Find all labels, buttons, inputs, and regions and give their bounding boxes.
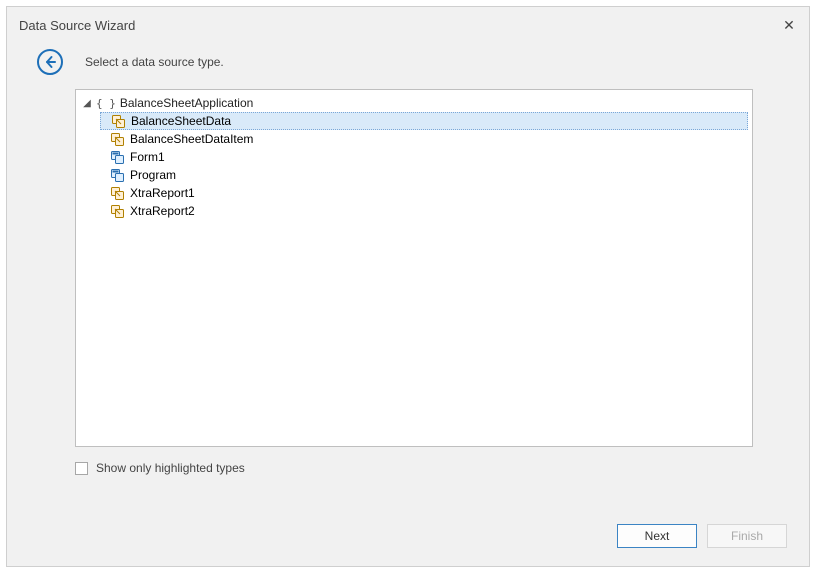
class-icon xyxy=(111,114,125,128)
window-title: Data Source Wizard xyxy=(19,18,135,33)
close-button[interactable]: ✕ xyxy=(777,13,801,37)
instruction-text: Select a data source type. xyxy=(85,55,224,69)
tree-item[interactable]: Program xyxy=(100,166,748,184)
class-icon xyxy=(110,186,124,200)
show-highlighted-row[interactable]: Show only highlighted types xyxy=(75,461,809,475)
tree-item-label: XtraReport2 xyxy=(130,204,195,218)
show-highlighted-label: Show only highlighted types xyxy=(96,461,245,475)
back-button[interactable] xyxy=(37,49,63,75)
tree-item-label: Program xyxy=(130,168,176,182)
arrow-left-icon xyxy=(43,55,57,69)
tree-root-label: BalanceSheetApplication xyxy=(120,96,253,110)
form-icon xyxy=(110,150,124,164)
tree-root-node[interactable]: ◢ { } BalanceSheetApplication xyxy=(76,94,752,112)
class-icon xyxy=(110,204,124,218)
tree-item-label: XtraReport1 xyxy=(130,186,195,200)
next-button[interactable]: Next xyxy=(617,524,697,548)
finish-button-label: Finish xyxy=(731,529,763,543)
tree-item-label: BalanceSheetDataItem xyxy=(130,132,253,146)
tree-item[interactable]: BalanceSheetDataItem xyxy=(100,130,748,148)
show-highlighted-checkbox[interactable] xyxy=(75,462,88,475)
class-icon xyxy=(110,132,124,146)
tree-item[interactable]: XtraReport2 xyxy=(100,202,748,220)
tree-item-label: BalanceSheetData xyxy=(131,114,231,128)
tree-item[interactable]: Form1 xyxy=(100,148,748,166)
button-bar: Next Finish xyxy=(617,524,787,548)
tree-item[interactable]: XtraReport1 xyxy=(100,184,748,202)
titlebar: Data Source Wizard ✕ xyxy=(7,7,809,43)
expand-toggle-icon[interactable]: ◢ xyxy=(82,98,92,109)
tree-root: ◢ { } BalanceSheetApplication BalanceShe… xyxy=(76,94,752,220)
form-icon xyxy=(110,168,124,182)
next-button-label: Next xyxy=(645,529,670,543)
wizard-window: Data Source Wizard ✕ Select a data sourc… xyxy=(6,6,810,567)
namespace-icon: { } xyxy=(96,97,116,110)
header-row: Select a data source type. xyxy=(7,43,809,89)
tree-item[interactable]: BalanceSheetData xyxy=(100,112,748,130)
finish-button: Finish xyxy=(707,524,787,548)
type-tree-panel[interactable]: ◢ { } BalanceSheetApplication BalanceShe… xyxy=(75,89,753,447)
close-icon: ✕ xyxy=(783,17,795,34)
tree-children: BalanceSheetData BalanceSheetDataItem Form… xyxy=(76,112,752,220)
tree-item-label: Form1 xyxy=(130,150,165,164)
